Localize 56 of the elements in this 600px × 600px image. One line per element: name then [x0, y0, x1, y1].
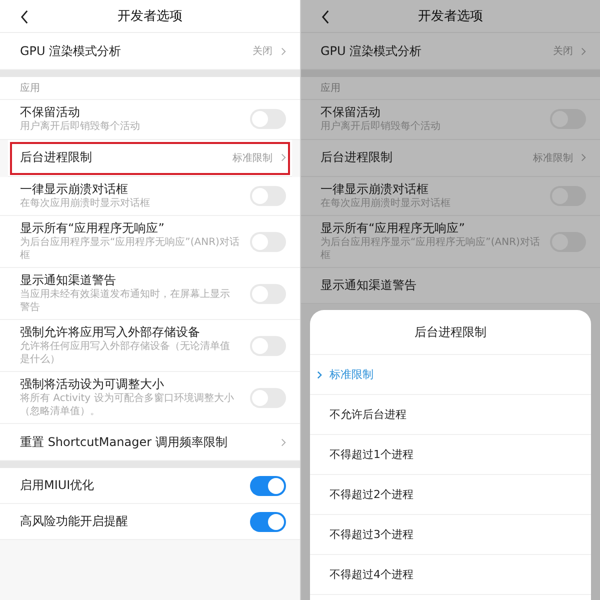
chevron-icon — [280, 46, 286, 56]
chevron-icon — [581, 153, 586, 162]
row-title: 一律显示崩溃对话框 — [320, 182, 430, 196]
row-title: 重置 ShortcutManager 调用频率限制 — [20, 434, 228, 450]
row-value: 关闭 — [553, 44, 573, 58]
chevron-icon — [280, 438, 286, 446]
settings-row[interactable]: GPU 渲染模式分析 关闭 — [300, 33, 600, 70]
option-item[interactable]: 不得超过1个进程 — [310, 435, 591, 475]
settings-row[interactable]: GPU 渲染模式分析 关闭 — [0, 33, 300, 70]
row-title: 一律显示崩溃对话框 — [20, 182, 129, 196]
option-item[interactable]: 不得超过3个进程 — [310, 515, 591, 555]
row-title: 高风险功能开启提醒 — [20, 514, 129, 529]
row-subtitle: 用户离开后即销毁每个活动 — [320, 121, 442, 134]
row-title: 不保留活动 — [20, 105, 81, 120]
row-title: 启用MIUI优化 — [20, 478, 96, 493]
chevron-icon — [316, 371, 322, 379]
chevron-icon — [280, 153, 286, 162]
row-title: 显示所有“应用程序无响应” — [320, 221, 466, 236]
row-value: 标准限制 — [232, 152, 272, 164]
option-item[interactable]: 不允许后台进程 — [310, 395, 591, 435]
row-subtitle: 允许将任何应用写入外部存储设备（无论清单值是什么） — [20, 341, 231, 366]
row-title: GPU 渲染模式分析 — [320, 42, 423, 60]
option-item[interactable]: 标准限制 — [310, 355, 591, 395]
settings-row[interactable]: 后台进程限制 标准限制 — [300, 140, 600, 176]
row-title: GPU 渲染模式分析 — [20, 42, 122, 60]
row-value: 标准限制 — [533, 152, 573, 164]
sheet-title: 后台进程限制 — [414, 324, 486, 340]
row-title: 不保留活动 — [320, 105, 382, 120]
row-subtitle: 为后台应用程序显示“应用程序无响应”(ANR)对话框 — [20, 237, 240, 262]
row-value: 关闭 — [252, 44, 272, 58]
row-subtitle: 为后台应用程序显示“应用程序无响应”(ANR)对话框 — [320, 237, 540, 262]
page-title: 开发者选项 — [117, 8, 182, 25]
page-title: 开发者选项 — [418, 8, 483, 25]
back-icon[interactable] — [320, 10, 330, 24]
chevron-icon — [581, 46, 586, 56]
row-title: 显示通知渠道警告 — [20, 273, 117, 288]
row-title: 显示所有“应用程序无响应” — [20, 221, 166, 236]
section-header: 应用 — [320, 82, 340, 95]
row-title: 显示通知渠道警告 — [320, 278, 418, 293]
option-item[interactable]: 不得超过2个进程 — [310, 475, 591, 515]
section-header: 应用 — [20, 82, 40, 95]
row-subtitle: 将所有 Activity 设为可配合多窗口环境调整大小（忽略清单值）。 — [20, 393, 235, 418]
row-title: 强制允许将应用写入外部存储设备 — [20, 325, 201, 340]
row-title: 强制将活动设为可调整大小 — [20, 377, 165, 392]
option-item[interactable]: 不得超过4个进程 — [310, 555, 591, 595]
row-title: 后台进程限制 — [20, 149, 93, 166]
settings-row[interactable]: 重置 ShortcutManager 调用频率限制 — [0, 424, 300, 461]
row-title: 后台进程限制 — [320, 149, 394, 166]
row-subtitle: 在每次应用崩溃时显示对话框 — [320, 198, 452, 210]
row-subtitle: 在每次应用崩溃时显示对话框 — [20, 198, 151, 210]
toggle-switch[interactable] — [250, 512, 286, 532]
settings-row[interactable]: 后台进程限制 标准限制 — [8, 140, 292, 176]
row-subtitle: 用户离开后即销毁每个活动 — [20, 121, 141, 134]
back-icon[interactable] — [20, 10, 29, 24]
toggle-switch[interactable] — [250, 476, 286, 496]
row-subtitle: 当应用未经有效渠道发布通知时，在屏幕上显示警告 — [20, 289, 231, 314]
